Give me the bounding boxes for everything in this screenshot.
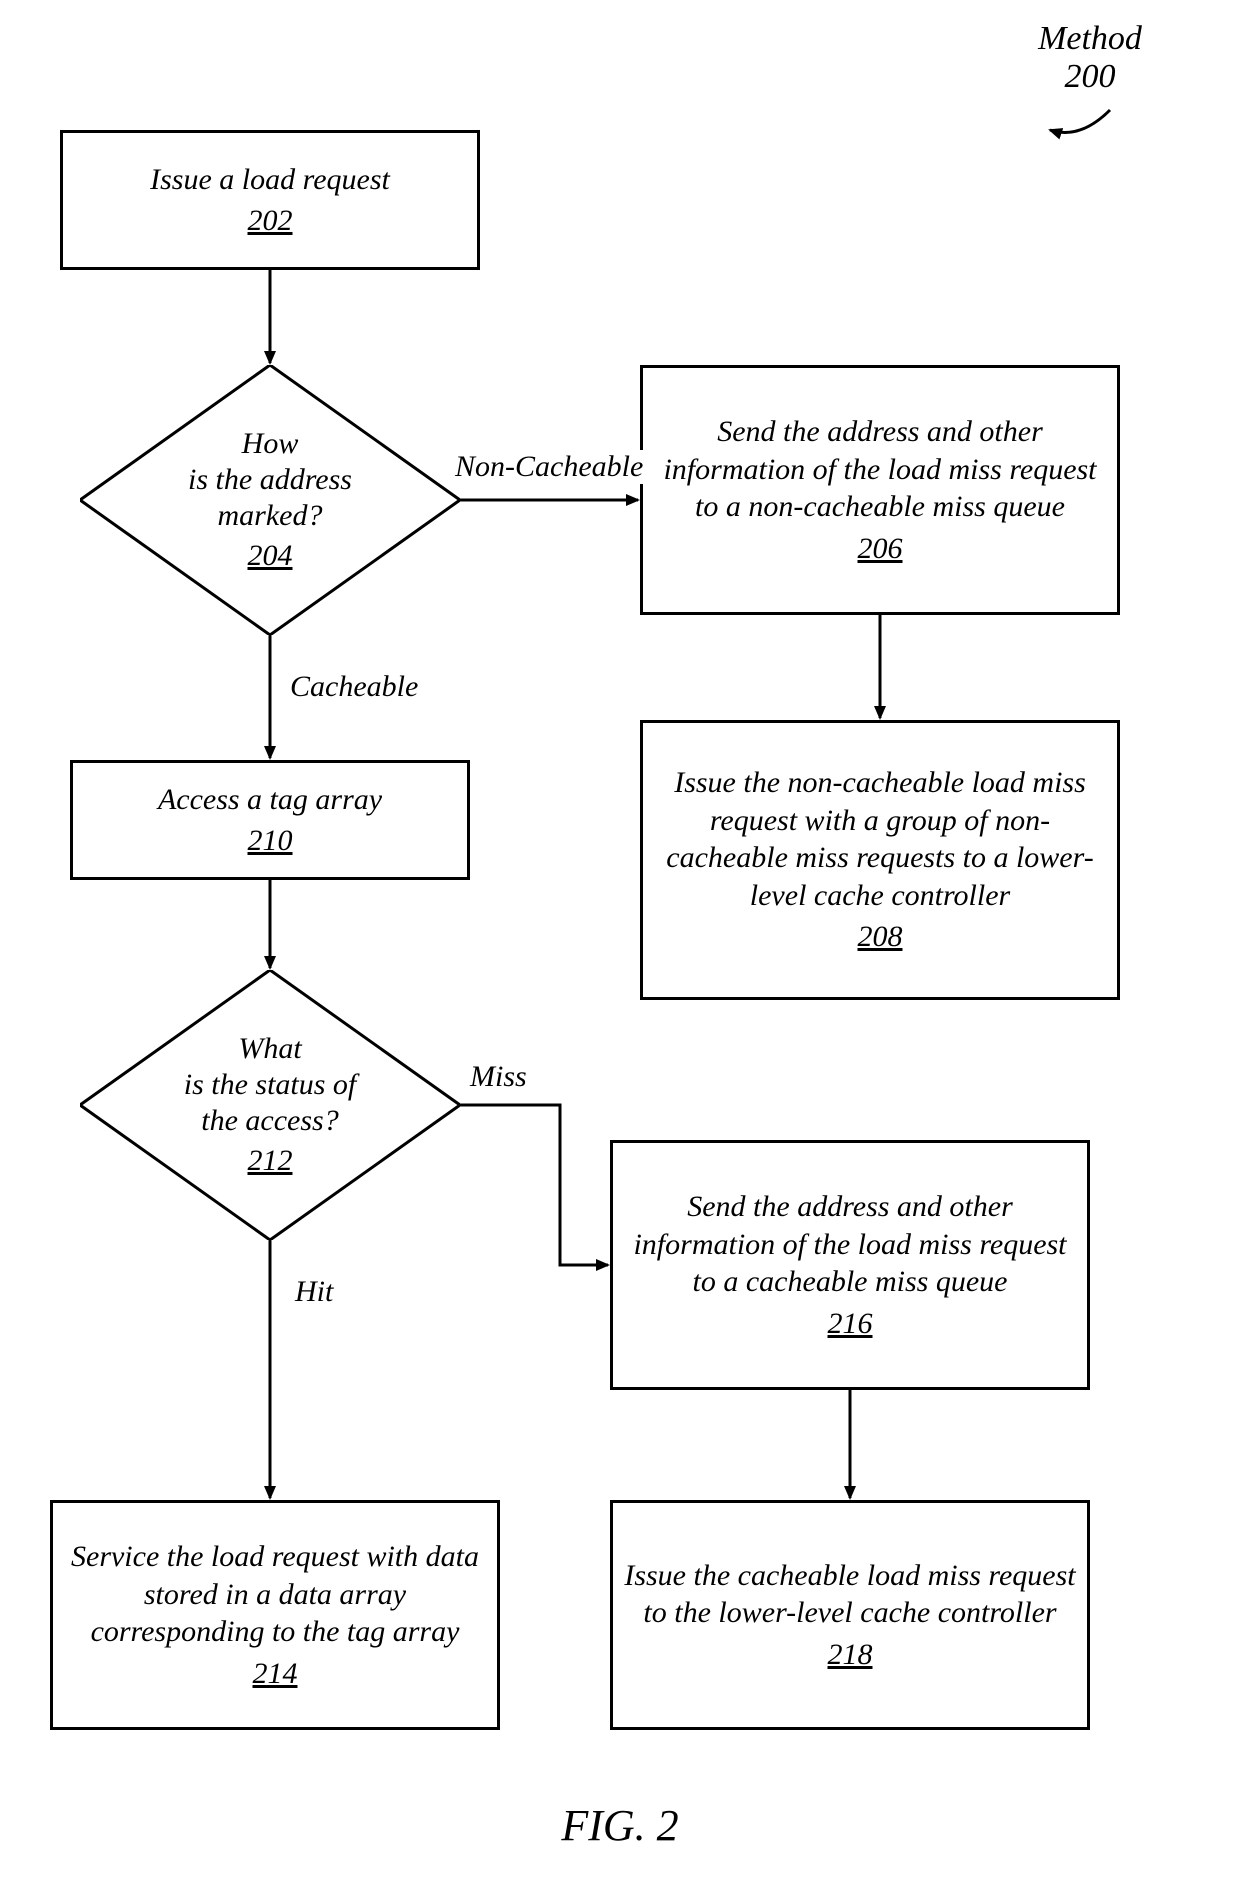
node-ref: 216 <box>828 1305 873 1343</box>
diagram-title: Method 200 <box>1000 20 1180 96</box>
node-text-line2: is the status of <box>184 1067 357 1103</box>
edge-label-cacheable: Cacheable <box>290 670 418 704</box>
edge-label-noncacheable: Non-Cacheable <box>455 450 643 484</box>
title-ref: 200 <box>1000 58 1180 96</box>
edge-label-hit: Hit <box>295 1275 333 1309</box>
figure-caption: FIG. 2 <box>0 1800 1240 1851</box>
edge-label-miss: Miss <box>470 1060 527 1094</box>
process-node-214: Service the load request with data store… <box>50 1500 500 1730</box>
node-text: Service the load request with data store… <box>63 1538 487 1651</box>
decision-node-204: How is the address marked? 204 <box>80 365 460 635</box>
decision-node-212: What is the status of the access? 212 <box>80 970 460 1240</box>
process-node-216: Send the address and other information o… <box>610 1140 1090 1390</box>
node-text-line1: What <box>238 1031 301 1067</box>
node-text: Send the address and other information o… <box>653 413 1107 526</box>
node-ref: 214 <box>253 1655 298 1693</box>
process-node-210: Access a tag array 210 <box>70 760 470 880</box>
node-text: Issue a load request <box>150 161 390 199</box>
node-ref: 212 <box>248 1143 293 1179</box>
process-node-218: Issue the cacheable load miss request to… <box>610 1500 1090 1730</box>
node-ref: 206 <box>858 530 903 568</box>
process-node-208: Issue the non-cacheable load miss reques… <box>640 720 1120 1000</box>
node-text: Access a tag array <box>158 781 382 819</box>
flowchart-canvas: Method 200 Issue a load request 202 How … <box>0 0 1240 1889</box>
node-ref: 202 <box>248 202 293 240</box>
process-node-206: Send the address and other information o… <box>640 365 1120 615</box>
node-text: Issue the cacheable load miss request to… <box>623 1557 1077 1632</box>
node-text: Send the address and other information o… <box>623 1188 1077 1301</box>
node-text-line2: is the address <box>188 462 352 498</box>
node-text: Issue the non-cacheable load miss reques… <box>653 764 1107 914</box>
node-ref: 210 <box>248 822 293 860</box>
process-node-202: Issue a load request 202 <box>60 130 480 270</box>
node-ref: 204 <box>248 538 293 574</box>
node-text-line1: How <box>242 426 299 462</box>
node-text-line3: marked? <box>218 498 323 534</box>
node-ref: 218 <box>828 1636 873 1674</box>
title-text: Method <box>1000 20 1180 58</box>
node-text-line3: the access? <box>201 1103 338 1139</box>
node-ref: 208 <box>858 918 903 956</box>
